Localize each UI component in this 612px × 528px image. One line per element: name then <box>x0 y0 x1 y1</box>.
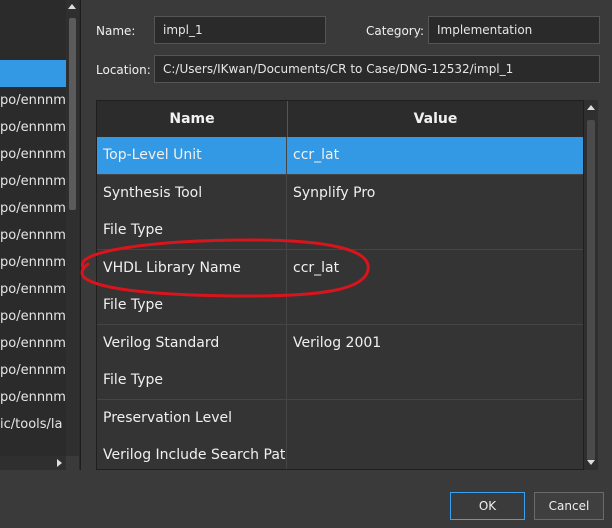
left-list-item[interactable] <box>0 33 66 60</box>
column-header-name[interactable]: Name <box>97 101 287 137</box>
property-value-cell[interactable] <box>287 437 583 469</box>
left-list-item[interactable]: po/ennnm <box>0 141 66 168</box>
table-row[interactable]: Top-Level Unit ccr_lat <box>97 137 583 175</box>
left-file-list[interactable]: po/ennnm po/ennnm po/ennnm po/ennnm po/ennnm… <box>0 0 66 456</box>
scroll-up-icon[interactable] <box>68 4 76 9</box>
left-list-item[interactable]: po/ennnm <box>0 357 66 384</box>
grid-vertical-scrollbar[interactable] <box>584 100 598 470</box>
location-field[interactable]: C:/Users/IKwan/Documents/CR to Case/DNG-… <box>154 55 600 83</box>
grid-header: Name Value <box>97 101 583 138</box>
cancel-button[interactable]: Cancel <box>534 492 604 520</box>
left-list-item[interactable]: po/ennnm <box>0 276 66 303</box>
property-name-cell[interactable]: File Type <box>97 287 287 324</box>
property-name-cell[interactable]: Preservation Level <box>97 399 287 437</box>
left-list-item[interactable]: po/ennnm <box>0 87 66 114</box>
category-field[interactable]: Implementation <box>428 16 600 44</box>
ok-button[interactable]: OK <box>450 492 525 520</box>
left-list-item[interactable]: po/ennnm <box>0 384 66 411</box>
property-name-cell[interactable]: File Type <box>97 362 287 399</box>
table-row[interactable]: Synthesis Tool Synplify Pro <box>97 174 583 213</box>
name-label: Name: <box>96 24 136 38</box>
property-name-cell[interactable]: Verilog Standard <box>97 324 287 362</box>
left-list-item[interactable] <box>0 6 66 33</box>
left-list-item[interactable]: po/ennnm <box>0 330 66 357</box>
property-value-cell[interactable]: ccr_lat <box>287 250 583 287</box>
property-value-cell[interactable] <box>287 212 583 249</box>
table-row[interactable]: VHDL Library Name ccr_lat <box>97 249 583 288</box>
table-row[interactable]: Preservation Level <box>97 399 583 438</box>
table-row[interactable]: Verilog Include Search Path <box>97 437 583 469</box>
column-header-value[interactable]: Value <box>288 101 583 137</box>
name-field[interactable]: impl_1 <box>154 16 326 44</box>
left-list-item[interactable]: ic/tools/la <box>0 411 66 438</box>
property-value-cell[interactable]: ccr_lat <box>287 137 583 174</box>
category-label: Category: <box>366 24 424 38</box>
property-value-cell[interactable]: Verilog 2001 <box>287 325 583 362</box>
left-list-item[interactable]: po/ennnm <box>0 303 66 330</box>
arrow-up-icon[interactable] <box>587 105 595 110</box>
left-horizontal-scrollbar[interactable] <box>0 456 66 470</box>
location-label: Location: <box>96 63 151 77</box>
table-row[interactable]: File Type <box>97 212 583 250</box>
property-name-cell[interactable]: File Type <box>97 212 287 249</box>
property-name-cell[interactable]: Top-Level Unit <box>97 137 287 174</box>
scroll-right-icon[interactable] <box>57 459 62 467</box>
left-list-item[interactable]: po/ennnm <box>0 195 66 222</box>
property-name-cell[interactable]: Synthesis Tool <box>97 174 287 212</box>
left-file-panel: po/ennnm po/ennnm po/ennnm po/ennnm po/ennnm… <box>0 0 81 470</box>
left-list-item[interactable]: po/ennnm <box>0 249 66 276</box>
scroll-corner <box>66 456 79 470</box>
left-list-item[interactable] <box>0 438 66 456</box>
property-name-cell[interactable]: Verilog Include Search Path <box>97 437 287 469</box>
property-value-cell[interactable] <box>287 362 583 399</box>
left-list-item[interactable]: po/ennnm <box>0 114 66 141</box>
table-row[interactable]: File Type <box>97 287 583 325</box>
left-list-item[interactable]: po/ennnm <box>0 222 66 249</box>
table-row[interactable]: File Type <box>97 362 583 400</box>
left-scroll-thumb[interactable] <box>69 18 76 210</box>
property-value-cell[interactable] <box>287 287 583 324</box>
table-row[interactable]: Verilog Standard Verilog 2001 <box>97 324 583 363</box>
left-list-item[interactable] <box>0 60 66 87</box>
left-list-item[interactable]: po/ennnm <box>0 168 66 195</box>
property-value-cell[interactable] <box>287 400 583 437</box>
property-name-cell[interactable]: VHDL Library Name <box>97 249 287 287</box>
arrow-down-icon[interactable] <box>587 460 595 465</box>
property-value-cell[interactable]: Synplify Pro <box>287 175 583 212</box>
grid-scroll-thumb[interactable] <box>587 120 595 460</box>
left-vertical-scrollbar[interactable] <box>66 0 79 456</box>
properties-grid: Name Value Top-Level Unit ccr_lat Synthesi… <box>96 100 584 470</box>
